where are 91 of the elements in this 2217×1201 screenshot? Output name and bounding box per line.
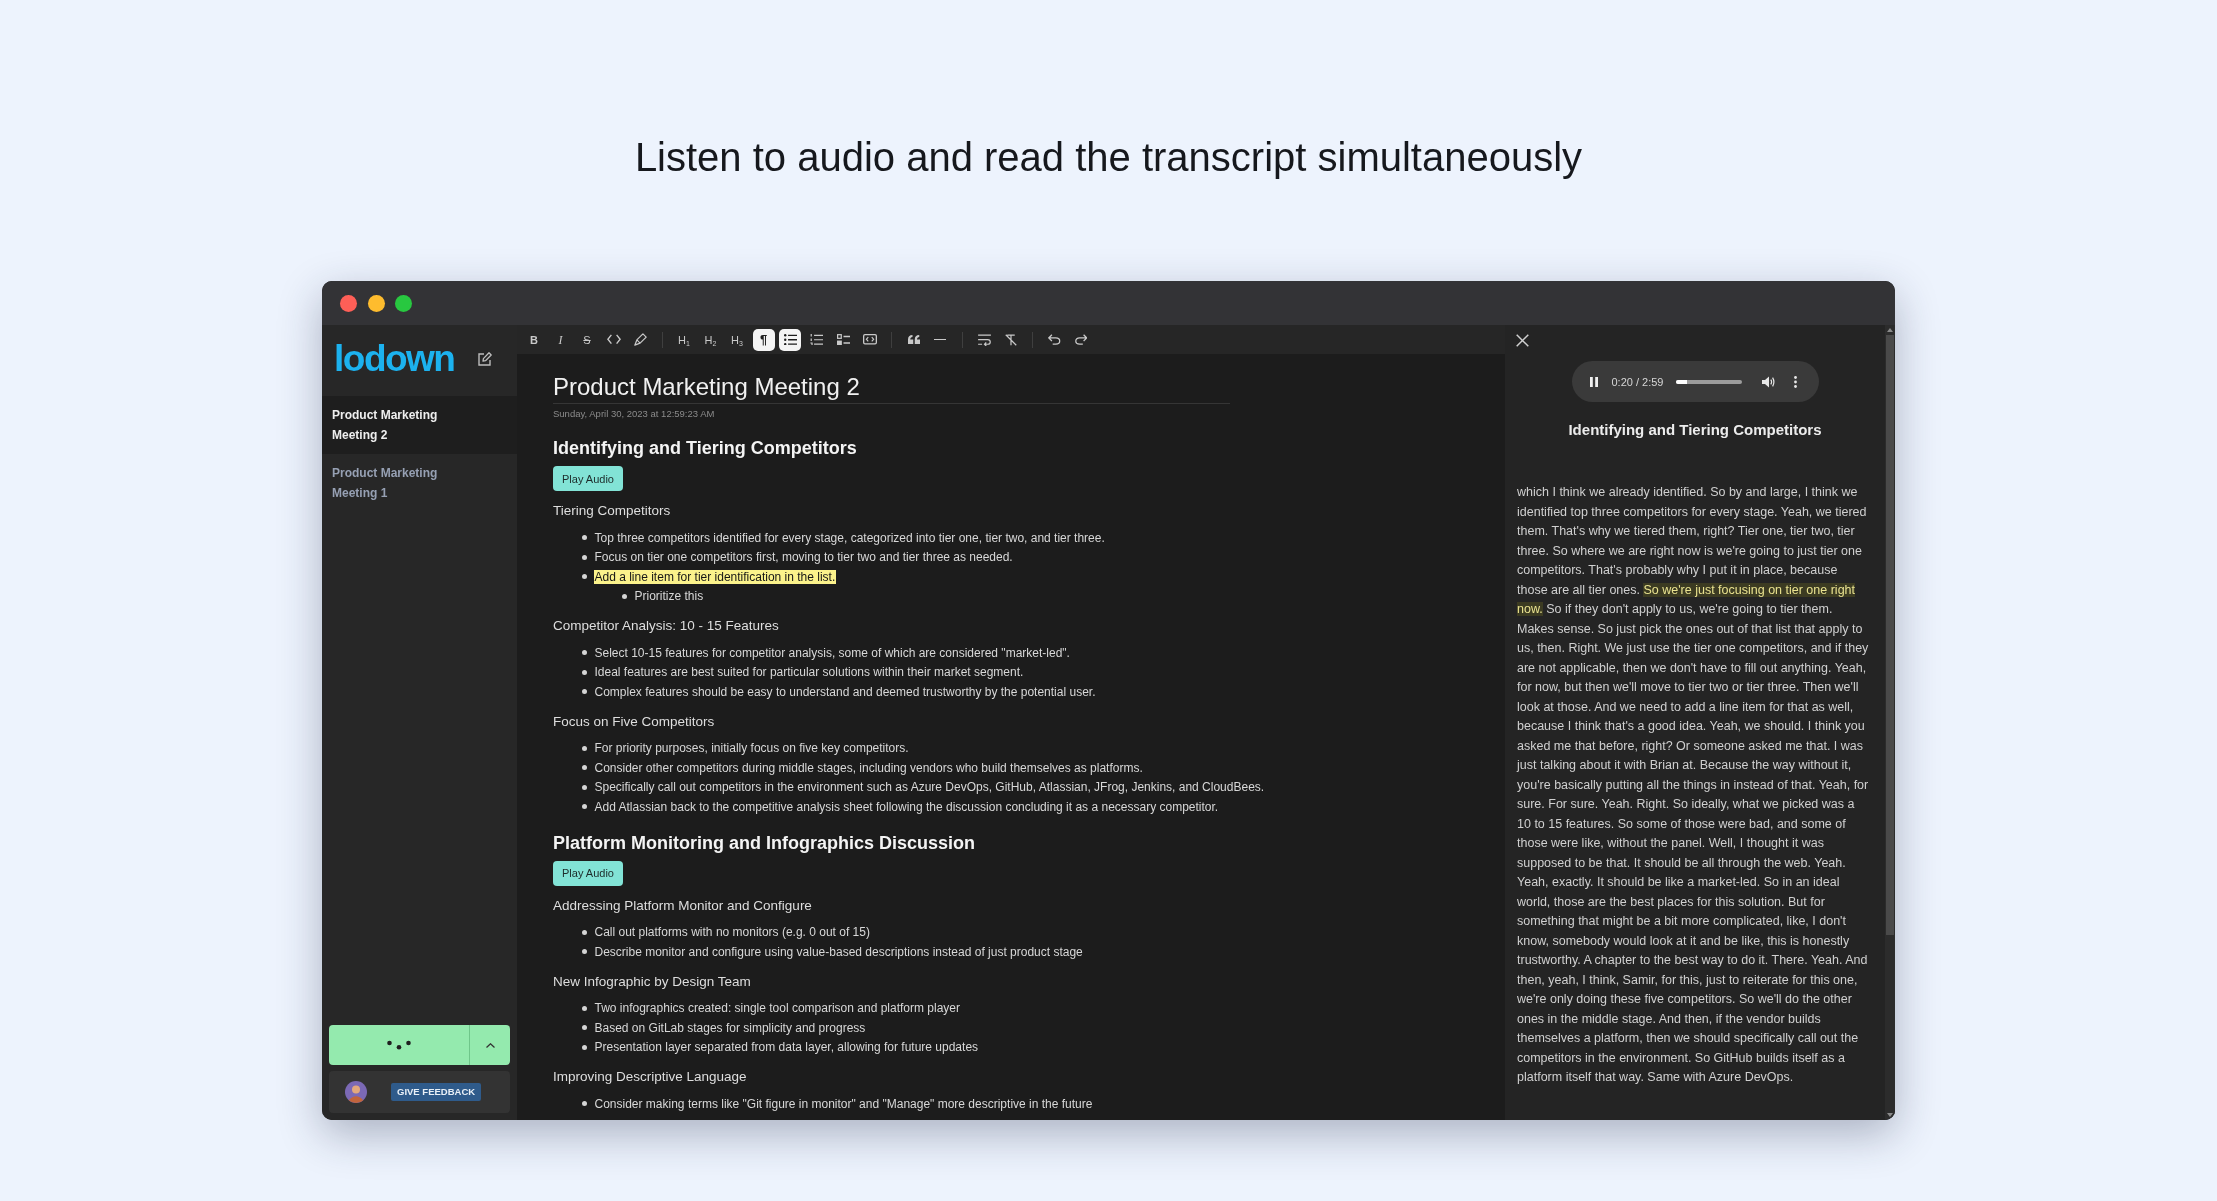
bullet-icon bbox=[582, 574, 587, 580]
scroll-down-icon[interactable] bbox=[1887, 1113, 1893, 1117]
code-icon bbox=[606, 334, 621, 345]
page-headline: Listen to audio and read the transcript simultaneously bbox=[634, 134, 1583, 181]
list-item-text: Specifically call out competitors in the environment such as Azure DevOps, GitHub, Atlassian, JFrog, Jenkins, and CloudBees. bbox=[593, 780, 1266, 795]
undo-icon bbox=[1048, 334, 1061, 345]
list-item-text: Complex features should be easy to understand and deemed trustworthy by the potential user. bbox=[593, 684, 1097, 699]
list-item-text: Top three competitors identified for every stage, categorized into tier one, tier two, and tier three. bbox=[593, 530, 1106, 545]
bullet-icon bbox=[582, 1005, 587, 1011]
app-logo: lodown bbox=[334, 338, 455, 379]
bullet-icon bbox=[582, 535, 587, 541]
horizontal-rule-icon bbox=[934, 338, 946, 341]
code-block-icon bbox=[862, 334, 877, 345]
bullet-list-button[interactable] bbox=[779, 328, 801, 351]
bullet-icon bbox=[582, 784, 587, 790]
scroll-up-icon[interactable] bbox=[1887, 328, 1893, 332]
list-item-text: Based on GitLab stages for simplicity and progress bbox=[593, 1020, 867, 1035]
topic-heading: Tiering Competitors bbox=[553, 502, 672, 520]
clear-format-icon bbox=[1004, 333, 1017, 346]
paragraph-button[interactable]: ¶ bbox=[752, 328, 775, 351]
play-audio-button[interactable]: Play Audio bbox=[553, 860, 623, 886]
redo-icon bbox=[1074, 334, 1088, 345]
bullet-icon bbox=[582, 669, 587, 675]
topic-heading: Competitor Analysis: 10 - 15 Features bbox=[553, 617, 780, 635]
bullet-icon bbox=[582, 554, 587, 560]
list-item-text: Select 10-15 features for competitor analysis, some of which are considered "market-led". bbox=[593, 645, 1071, 660]
give-feedback-button[interactable]: GIVE FEEDBACK bbox=[391, 1083, 482, 1101]
maximize-window-button[interactable] bbox=[395, 294, 412, 312]
transcript-text: which I think we already identified. So by and large, I think we identified top three competitors for every stage. Yeah, we tiered them. That's why we tiered them, right? Tier one, tier two, tier three. So where we are right now is we're going to just tier one competitors. That's probably why I put it in place, because those are all tier ones. So we're just focusing on tier one right now. So if they don't apply to us, we're going to tier them. Makes sense. So just pick the ones out of that list that apply to us, then. Right. We just use the tier one competitors, and if they are not applicable, then we don't have to fill out anything. Yeah, for now, but then we'll move to tier two or tier three. Then we'll look at those. And we need to add a line item for that as well, because I think that's a good idea. Yeah, we should. I think you asked me that before, right? Or someone asked me that. I was just talking about it with Brian at. Because the way without it, you're basically putting all the things in instead of that. Yeah, for sure. For sure. Yeah. Right. So ideally, what we picked was a 10 to 15 features. So some of those were bad, and some of those were like, without the panel. Well, I thought it was supposed to be that. It should be all through the web. Yeah. Yeah, exactly. It should be like a market-led. So in an ideal world, those are the best places for this solution. But for something that might be a bit more complicated, like, I don't know, somebody would look at it and be like, this is honestly trustworthy. A chapter to the best way to do it. There. Yeah. And then, yeah, I think, Samir, for this, just to reiterate for this one, we're only doing these five competitors. So we'll do the other ones in the middle stage. And then, if the vendor builds themselves a platform, then we should specifically call out the competitors in the environment. So GitHub builds itself as a platform itself that way. Same with Azure DevOps. bbox=[1517, 484, 1870, 1086]
section-heading: Platform Monitoring and Infographics Discussion bbox=[553, 831, 977, 855]
bullet-list-icon bbox=[783, 333, 797, 346]
section-heading: Identifying and Tiering Competitors bbox=[553, 437, 858, 460]
bullet-icon bbox=[582, 1025, 587, 1031]
note-list-item[interactable]: Product Marketing Meeting 2 bbox=[322, 396, 517, 454]
bullet-icon bbox=[582, 804, 587, 810]
list-item-text: Consider making terms like "Git figure in monitor" and "Manage" more descriptive in the future bbox=[593, 1096, 1094, 1111]
list-item-text: For priority purposes, initially focus on five key competitors. bbox=[593, 741, 910, 756]
minimize-window-button[interactable] bbox=[367, 294, 385, 312]
document-date: Sunday, April 30, 2023 at 12:59:23 AM bbox=[553, 407, 716, 420]
seek-slider[interactable] bbox=[1675, 379, 1742, 384]
italic-button[interactable]: I bbox=[549, 328, 572, 351]
strikethrough-button[interactable]: S bbox=[576, 328, 598, 351]
bullet-icon bbox=[582, 745, 587, 751]
chevron-up-icon bbox=[485, 1042, 495, 1048]
wrap-icon bbox=[977, 333, 991, 346]
list-item-text: Call out platforms with no monitors (e.g. 0 out of 15) bbox=[593, 925, 871, 940]
heading-button[interactable]: H$_{2}$ bbox=[699, 328, 722, 351]
list-item-text: Presentation layer separated from data layer, allowing for future updates bbox=[593, 1040, 980, 1055]
ordered-list-icon bbox=[810, 333, 823, 346]
list-item-text: Focus on tier one competitors first, moving to tier two and tier three as needed. bbox=[593, 550, 1014, 565]
avatar-icon[interactable] bbox=[345, 1081, 367, 1103]
list-item-text: Add Atlassian back to the competitive analysis sheet following the discussion concluding it as a necessary competitor. bbox=[593, 799, 1220, 814]
bullet-icon bbox=[622, 593, 627, 599]
list-item-text: Consider other competitors during middle stages, including vendors who build themselves as platforms. bbox=[593, 760, 1144, 775]
heading-button[interactable]: H$_{3}$ bbox=[726, 328, 748, 351]
transcript-title: Identifying and Tiering Competitors bbox=[1567, 420, 1823, 440]
close-icon[interactable] bbox=[1516, 334, 1529, 347]
note-list-item[interactable]: Product Marketing Meeting 1 bbox=[322, 454, 517, 512]
list-item-text: Ideal features are best suited for particular solutions within their market segment. bbox=[593, 665, 1025, 680]
bullet-icon bbox=[582, 949, 587, 955]
playback-time: 0:20 / 2:59 bbox=[1611, 374, 1664, 389]
heading-button[interactable]: H$_{1}$ bbox=[673, 328, 695, 351]
topic-heading: Addressing Platform Monitor and Configure bbox=[553, 896, 813, 915]
bullet-icon bbox=[582, 929, 587, 935]
dropdown-toggle-button[interactable] bbox=[470, 1025, 510, 1065]
topic-heading: Focus on Five Competitors bbox=[553, 712, 716, 731]
bullet-icon bbox=[582, 1101, 587, 1107]
scrollbar-thumb[interactable] bbox=[1886, 335, 1894, 935]
list-item-text: Describe monitor and configure using value-based descriptions instead of just product stage bbox=[593, 944, 1084, 959]
list-item-text: Two infographics created: single tool comparison and platform player bbox=[593, 1001, 962, 1016]
bullet-icon bbox=[582, 765, 587, 771]
checklist-icon bbox=[836, 333, 850, 346]
close-window-button[interactable] bbox=[340, 294, 357, 312]
topic-heading: Improving Descriptive Language bbox=[553, 1068, 748, 1086]
edit-icon[interactable] bbox=[478, 351, 492, 366]
highlighter-icon bbox=[633, 333, 647, 346]
scrollbar[interactable] bbox=[1885, 325, 1895, 1120]
bullet-icon bbox=[582, 689, 587, 695]
play-audio-button[interactable]: Play Audio bbox=[553, 466, 623, 491]
bullet-icon bbox=[582, 650, 587, 656]
pause-icon[interactable] bbox=[1589, 376, 1598, 387]
quote-icon bbox=[907, 335, 920, 344]
list-item-text: Prioritize this bbox=[633, 589, 705, 604]
dots-icon bbox=[387, 1040, 411, 1050]
bold-button[interactable]: B bbox=[523, 328, 545, 351]
more-options-icon[interactable] bbox=[1793, 375, 1797, 388]
list-item-text: Add a line item for tier identification in the list. bbox=[593, 569, 837, 584]
bullet-icon bbox=[582, 1044, 587, 1050]
document-title: Product Marketing Meeting 2 bbox=[553, 372, 861, 402]
topic-heading: New Infographic by Design Team bbox=[553, 972, 752, 991]
volume-icon[interactable] bbox=[1761, 375, 1775, 388]
